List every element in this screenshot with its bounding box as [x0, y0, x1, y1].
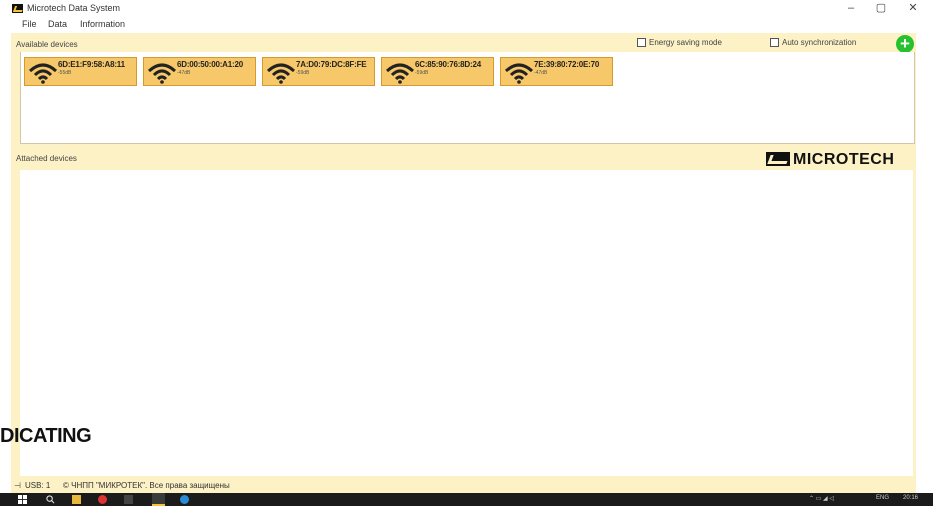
device-mac: 6D:00:50:00:A1:20 [177, 60, 243, 69]
usb-icon: ⊣ [14, 481, 21, 490]
wifi-icon [385, 63, 415, 84]
device-card[interactable]: 6C:85:90:76:8D:24 -59dB [381, 57, 494, 86]
device-signal: -47dB [177, 70, 191, 76]
device-signal: -55dB [58, 70, 72, 76]
device-card[interactable]: 7A:D0:79:DC:8F:FE -59dB [262, 57, 375, 86]
attached-devices-list [20, 170, 913, 476]
menu-bar: File Data Information [0, 17, 933, 33]
device-mac: 7E:39:80:72:0E:70 [534, 60, 600, 69]
device-card[interactable]: 6D:00:50:00:A1:20 -47dB [143, 57, 256, 86]
microtech-logo-icon [766, 152, 790, 166]
available-devices-label: Available devices [16, 40, 78, 49]
overlay-caption: DICATING [0, 425, 92, 447]
plus-circle-icon: + [900, 34, 910, 53]
energy-saving-checkbox[interactable] [637, 38, 646, 47]
status-bar: ⊣ USB: 1 © ЧНПП "МИКРОТЕК". Все права за… [11, 478, 916, 493]
device-signal: -59dB [296, 70, 310, 76]
logo-text: MICROTECH [793, 151, 895, 168]
auto-sync-checkbox[interactable] [770, 38, 779, 47]
windows-start-icon[interactable] [18, 495, 27, 504]
telegram-icon[interactable] [180, 495, 189, 504]
file-explorer-icon[interactable] [72, 495, 81, 504]
browser-icon[interactable] [98, 495, 107, 504]
title-bar: Microtech Data System – ▢ ✕ [0, 0, 933, 17]
microtech-taskbar-icon[interactable] [152, 493, 165, 506]
device-signal: -47dB [534, 70, 548, 76]
wifi-icon [28, 63, 58, 84]
copyright-text: © ЧНПП "МИКРОТЕК". Все права защищены [63, 481, 230, 490]
restore-button[interactable]: ▢ [870, 1, 892, 15]
device-card[interactable]: 6D:E1:F9:58:A8:11 -55dB [24, 57, 137, 86]
menu-file[interactable]: File [22, 19, 37, 29]
menu-information[interactable]: Information [80, 19, 125, 29]
attached-devices-label: Attached devices [16, 154, 77, 163]
available-devices-list: 6D:E1:F9:58:A8:11 -55dB 6D:00:50:00:A1:2… [20, 52, 915, 144]
device-card[interactable]: 7E:39:80:72:0E:70 -47dB [500, 57, 613, 86]
minimize-button[interactable]: – [840, 1, 862, 15]
menu-data[interactable]: Data [48, 19, 67, 29]
wifi-icon [504, 63, 534, 84]
energy-saving-label: Energy saving mode [649, 38, 722, 47]
wifi-icon [147, 63, 177, 84]
wifi-icon [266, 63, 296, 84]
device-mac: 7A:D0:79:DC:8F:FE [296, 60, 367, 69]
os-taskbar: ⌃ ▭ ◢ ◁ ENG 20:16 [0, 493, 933, 506]
auto-sync-label: Auto synchronization [782, 38, 857, 47]
device-mac: 6C:85:90:76:8D:24 [415, 60, 481, 69]
window-title: Microtech Data System [27, 3, 121, 13]
app-logo-icon [12, 4, 23, 13]
device-mac: 6D:E1:F9:58:A8:11 [58, 60, 125, 69]
tray-icons[interactable]: ⌃ ▭ ◢ ◁ [809, 495, 834, 502]
clock[interactable]: 20:16 [903, 495, 918, 501]
language-indicator[interactable]: ENG [876, 495, 889, 501]
search-icon[interactable] [46, 495, 55, 504]
device-signal: -59dB [415, 70, 429, 76]
app-icon[interactable] [124, 495, 133, 504]
add-device-button[interactable]: + [896, 35, 914, 53]
usb-count: USB: 1 [25, 481, 51, 490]
close-button[interactable]: ✕ [902, 1, 924, 15]
